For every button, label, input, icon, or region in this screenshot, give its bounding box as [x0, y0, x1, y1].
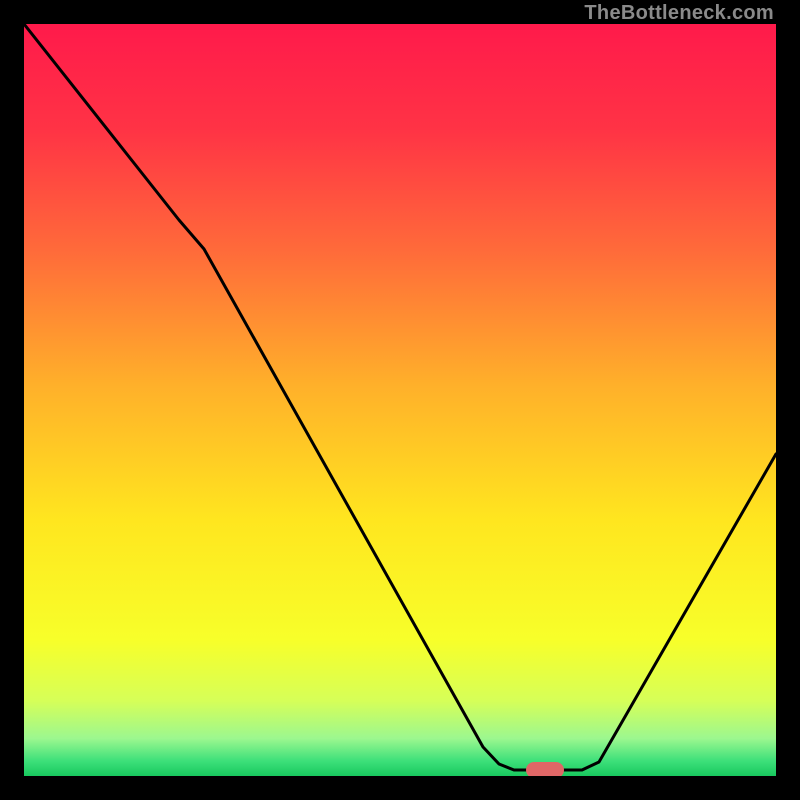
heat-gradient-background	[24, 24, 776, 776]
chart-frame: TheBottleneck.com	[0, 0, 800, 800]
optimal-marker	[526, 762, 564, 776]
watermark-text: TheBottleneck.com	[584, 2, 774, 25]
plot-area	[24, 24, 776, 776]
